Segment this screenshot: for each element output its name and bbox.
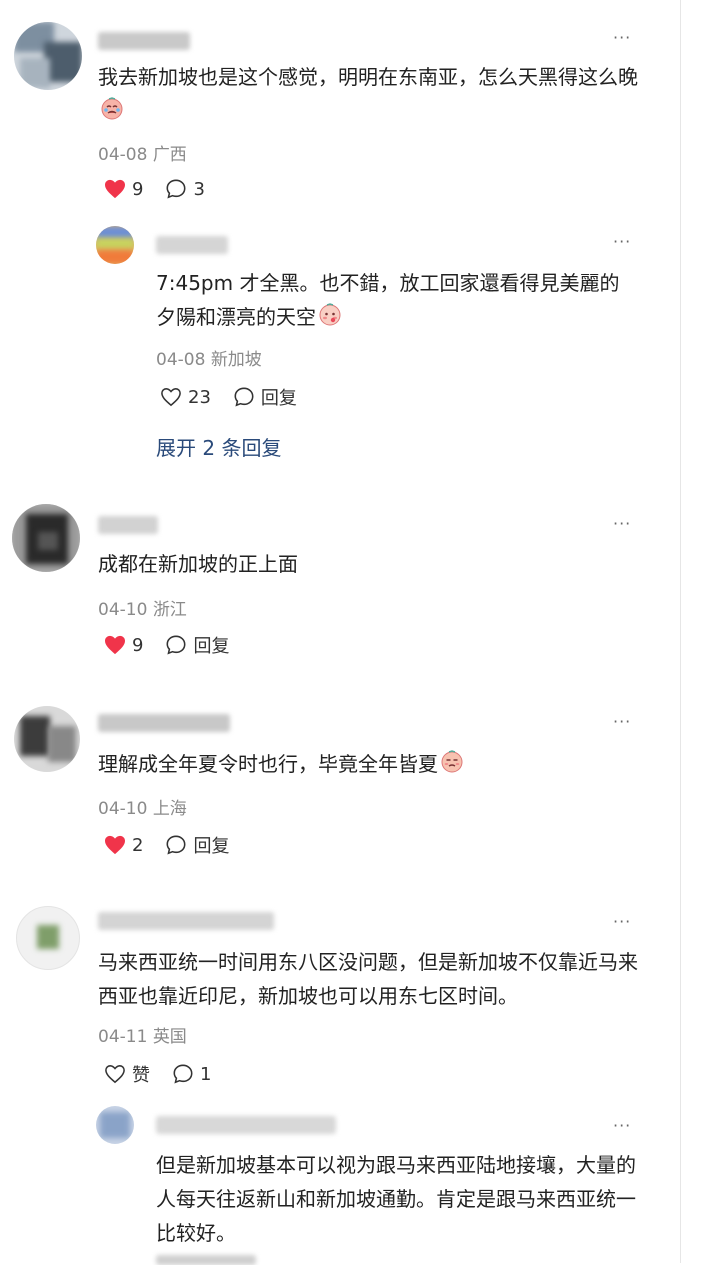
reply-label: 回复 [193,636,230,657]
reply-text-content: 7:45pm 才全黑。也不錯，放工回家還看得見美麗的夕陽和漂亮的天空 [156,271,620,329]
like-count: 2 [132,834,144,856]
crying-face-icon [100,97,124,131]
smirk-face-icon [440,750,464,784]
comment-meta: 04-10 浙江 [98,595,187,620]
more-options-button[interactable]: ··· [613,912,631,931]
like-button[interactable]: 23 [160,387,211,408]
reply-meta: 04-08 新加坡 [156,345,262,370]
like-button[interactable]: 9 [104,179,143,200]
comment-text: 成都在新加坡的正上面 [98,552,298,576]
like-button[interactable]: 9 [104,635,143,656]
heart-filled-icon [105,835,125,855]
comment-date: 04-10 [98,799,148,819]
heart-outline-icon [105,1065,125,1084]
reply-count: 1 [200,1063,212,1085]
shy-face-icon [318,303,342,337]
comment-actions: 赞 1 [104,1061,233,1087]
chat-bubble-icon [166,835,186,855]
avatar[interactable] [14,706,80,772]
username-blurred[interactable] [98,32,190,50]
more-options-button[interactable]: ··· [613,1116,631,1135]
reply-button[interactable]: 回复 [233,384,297,410]
comment-actions: 2 回复 [104,832,251,858]
reply-location: 新加坡 [210,350,262,370]
comment-location: 上海 [152,799,187,819]
username-blurred[interactable] [98,912,274,930]
like-count: 23 [188,386,211,408]
avatar[interactable] [12,504,80,572]
comment-location: 广西 [152,145,187,165]
avatar[interactable] [96,1106,134,1144]
reply-meta-blurred [156,1255,256,1265]
comment-feed: ··· 我去新加坡也是这个感觉，明明在东南亚，怎么天黑得这么晚 04-08 广西… [0,0,680,1265]
username-blurred[interactable] [98,516,158,534]
expand-replies-link[interactable]: 展开 2 条回复 [156,432,281,461]
username-blurred[interactable] [98,714,230,732]
comment-actions: 9 3 [104,178,227,200]
comment-meta: 04-11 英国 [98,1022,187,1047]
username-blurred[interactable] [156,236,228,254]
chat-bubble-icon [166,179,186,199]
reply-text: 但是新加坡基本可以视为跟马来西亚陆地接壤，大量的人每天往返新山和新加坡通勤。肯定… [156,1153,636,1245]
like-button[interactable]: 2 [104,835,143,856]
reply-button[interactable]: 回复 [165,832,229,858]
avatar[interactable] [14,22,82,90]
comment-text: 马来西亚统一时间用东八区没问题，但是新加坡不仅靠近马来西亚也靠近印尼，新加坡也可… [98,950,638,1008]
comment-meta: 04-10 上海 [98,794,187,819]
more-options-button[interactable]: ··· [613,514,631,533]
more-options-button[interactable]: ··· [613,28,631,47]
reply-date: 04-08 [156,350,206,370]
like-count: 9 [132,634,144,656]
reply-button[interactable]: 回复 [165,632,229,658]
comment-date: 04-11 [98,1027,148,1047]
like-label: 赞 [132,1065,150,1086]
reply-label: 回复 [260,388,297,409]
heart-outline-icon [161,388,181,407]
comment-location: 英国 [152,1027,187,1047]
reply-label: 回复 [193,836,230,857]
comment-text: 我去新加坡也是这个感觉，明明在东南亚，怎么天黑得这么晚 [98,60,643,131]
comment-text-content: 我去新加坡也是这个感觉，明明在东南亚，怎么天黑得这么晚 [98,65,638,89]
heart-filled-icon [105,179,125,199]
like-count: 9 [132,178,144,200]
chat-bubble-icon [173,1064,193,1084]
chat-bubble-icon [166,635,186,655]
comment-meta: 04-08 广西 [98,140,187,165]
avatar[interactable] [16,906,80,970]
more-options-button[interactable]: ··· [613,232,631,251]
comment-text: 理解成全年夏令时也行，毕竟全年皆夏 [98,747,643,784]
avatar[interactable] [96,226,134,264]
comment-date: 04-08 [98,145,148,165]
heart-filled-icon [105,635,125,655]
reply-button[interactable]: 1 [172,1063,211,1085]
scrollbar-track[interactable] [680,0,703,1263]
reply-count: 3 [193,178,205,200]
comment-actions: 9 回复 [104,632,251,658]
like-button[interactable]: 赞 [104,1061,150,1087]
comment-text-content: 理解成全年夏令时也行，毕竟全年皆夏 [98,752,438,776]
chat-bubble-icon [234,387,254,407]
more-options-button[interactable]: ··· [613,712,631,731]
reply-actions: 23 回复 [160,384,319,410]
reply-button[interactable]: 3 [165,178,205,200]
username-blurred[interactable] [156,1116,336,1134]
comment-location: 浙江 [152,600,187,620]
comment-date: 04-10 [98,600,148,620]
reply-text: 7:45pm 才全黑。也不錯，放工回家還看得見美麗的夕陽和漂亮的天空 [156,266,636,337]
